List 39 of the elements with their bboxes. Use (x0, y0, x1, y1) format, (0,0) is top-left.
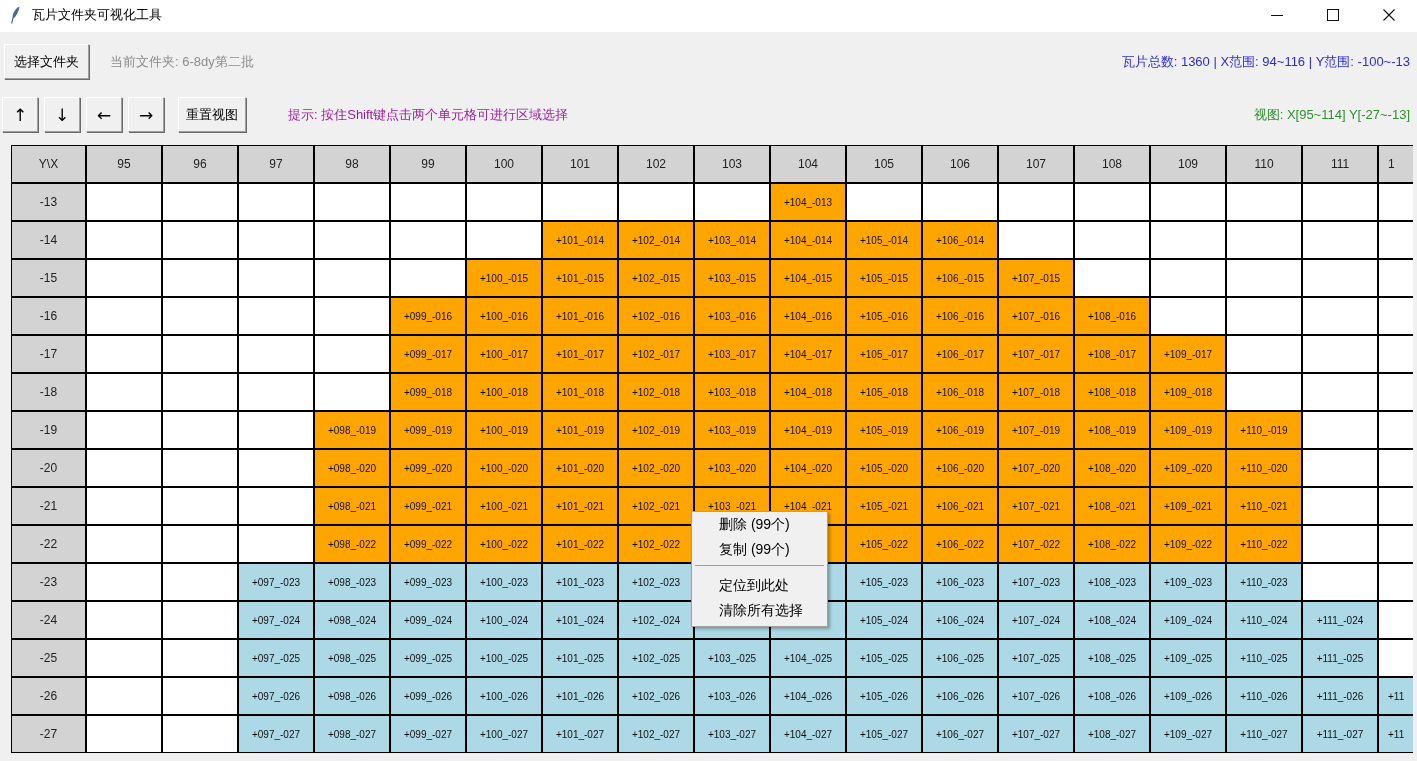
row-header: -23 (12, 564, 85, 600)
corner-header: Y\X (12, 146, 85, 182)
row-header: -27 (12, 716, 85, 752)
column-header: 110 (1227, 146, 1301, 182)
row-header: -22 (12, 526, 85, 562)
column-header: 108 (1075, 146, 1149, 182)
view-range-label: 视图: X[95~114] Y[-27~-13] (1253, 105, 1410, 124)
column-header: 103 (695, 146, 769, 182)
row-header: -25 (12, 640, 85, 676)
row-header: -24 (12, 602, 85, 638)
column-header: 95 (87, 146, 161, 182)
column-header: 104 (771, 146, 845, 182)
row-header: -13 (12, 184, 85, 220)
window-title: 瓦片文件夹可视化工具 (32, 6, 162, 24)
row-header: -15 (12, 260, 85, 296)
column-header: 107 (999, 146, 1073, 182)
column-header: 97 (239, 146, 313, 182)
row-header: -17 (12, 336, 85, 372)
column-header: 105 (847, 146, 921, 182)
column-header: 98 (315, 146, 389, 182)
row-header: -16 (12, 298, 85, 334)
column-header: 101 (543, 146, 617, 182)
column-header: 1 (1379, 146, 1413, 182)
row-header: -21 (12, 488, 85, 524)
column-header: 96 (163, 146, 237, 182)
row-header: -18 (12, 374, 85, 410)
column-header: 102 (619, 146, 693, 182)
row-header: -26 (12, 678, 85, 714)
column-header: 111 (1303, 146, 1377, 182)
row-header: -14 (12, 222, 85, 258)
column-header: 99 (391, 146, 465, 182)
column-header: 106 (923, 146, 997, 182)
hint-text: 提示: 按住Shift键点击两个单元格可进行区域选择 (288, 105, 569, 124)
row-header: -20 (12, 450, 85, 486)
current-folder-label: 当前文件夹: 6-8dy第二批 (110, 52, 254, 71)
tile-summary-label: 瓦片总数: 1360 | X范围: 94~116 | Y范围: -100~-13 (1121, 52, 1410, 71)
column-header: 100 (467, 146, 541, 182)
column-header: 109 (1151, 146, 1225, 182)
row-header: -19 (12, 412, 85, 448)
